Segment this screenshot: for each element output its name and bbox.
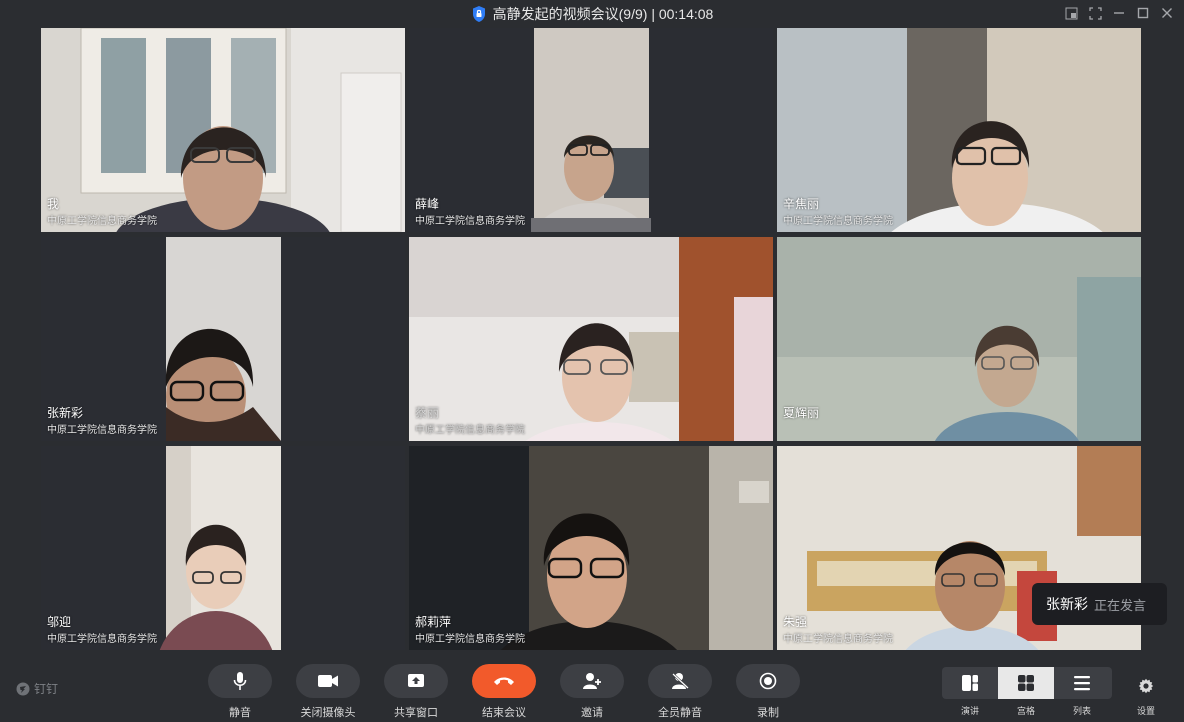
end-meeting-label: 结束会议 (482, 707, 526, 719)
share-screen-icon (384, 664, 448, 698)
participant-org: 中原工学院信息商务学院 (415, 425, 525, 436)
mute-button[interactable]: 静音 (208, 664, 272, 720)
add-user-icon (560, 664, 624, 698)
video-feed (41, 28, 405, 232)
participant-org: 中原工学院信息商务学院 (783, 634, 893, 645)
record-icon (736, 664, 800, 698)
record-button[interactable]: 录制 (736, 664, 800, 720)
mute-label: 静音 (229, 707, 251, 719)
mute-all-button[interactable]: 全员静音 (648, 664, 712, 720)
video-grid: 我 中原工学院信息商务学院 薛峰 中原工学院信息商务学院 辛焦丽 中原工学院信息… (41, 28, 1141, 650)
brand-label: 钉钉 (34, 682, 59, 696)
video-tile[interactable]: 辛焦丽 中原工学院信息商务学院 (777, 28, 1141, 232)
mute-all-icon (648, 664, 712, 698)
participant-name: 我 (47, 197, 60, 211)
speaker-status: 正在发言 (1094, 597, 1147, 613)
settings-button[interactable] (1135, 675, 1157, 697)
maximize-icon[interactable] (1134, 4, 1152, 22)
shield-icon (472, 6, 485, 22)
video-feed (409, 237, 773, 441)
camera-off-button[interactable]: 关闭摄像头 (296, 664, 360, 720)
camera-icon (296, 664, 360, 698)
end-meeting-button[interactable]: 结束会议 (472, 664, 536, 720)
hangup-icon (472, 664, 536, 698)
speaker-name: 张新彩 (1046, 596, 1088, 612)
video-feed (409, 28, 773, 232)
settings-label: 设置 (1136, 706, 1155, 716)
participant-org: 中原工学院信息商务学院 (47, 216, 157, 227)
participant-org: 中原工学院信息商务学院 (783, 216, 893, 227)
record-label: 录制 (757, 707, 779, 719)
speaker-indicator: 张新彩 正在发言 (1032, 583, 1167, 625)
layout-switcher (942, 667, 1112, 699)
participant-org: 中原工学院信息商务学院 (415, 634, 525, 645)
lecture-layout-icon (962, 675, 978, 691)
layout-lecture-button[interactable] (942, 667, 998, 699)
video-feed (777, 28, 1141, 232)
participant-name: 郝莉萍 (415, 615, 452, 629)
participant-name: 夏辉丽 (783, 406, 820, 420)
participant-name: 朱强 (783, 615, 808, 629)
grid-layout-icon (1018, 675, 1034, 691)
pip-icon[interactable] (1062, 4, 1080, 22)
microphone-icon (208, 664, 272, 698)
layout-list-label: 列表 (1072, 706, 1091, 716)
participant-name: 邬迎 (47, 615, 72, 629)
participant-org: 中原工学院信息商务学院 (47, 634, 157, 645)
participant-name: 张新彩 (47, 406, 84, 420)
video-feed (41, 237, 405, 441)
video-tile[interactable]: 我 中原工学院信息商务学院 (41, 28, 405, 232)
video-tile[interactable]: 郝莉萍 中原工学院信息商务学院 (409, 446, 773, 650)
fullscreen-icon[interactable] (1086, 4, 1104, 22)
layout-grid-button[interactable] (998, 667, 1054, 699)
title-bar: 高静发起的视频会议(9/9) | 00:14:08 (0, 0, 1184, 28)
layout-grid-label: 宫格 (1016, 706, 1035, 716)
invite-label: 邀请 (581, 707, 603, 719)
layout-list-button[interactable] (1054, 667, 1110, 699)
video-tile[interactable]: 邬迎 中原工学院信息商务学院 (41, 446, 405, 650)
participant-name: 辛焦丽 (783, 197, 820, 211)
layout-lecture-label: 演讲 (960, 706, 979, 716)
share-window-button[interactable]: 共享窗口 (384, 664, 448, 720)
mute-all-label: 全员静音 (658, 707, 702, 719)
participant-name: 蔡丽 (415, 406, 440, 420)
video-tile-active-speaker[interactable]: 张新彩 中原工学院信息商务学院 (41, 237, 405, 441)
camera-off-label: 关闭摄像头 (300, 707, 356, 719)
minimize-icon[interactable] (1110, 4, 1128, 22)
participant-org: 中原工学院信息商务学院 (47, 425, 157, 436)
participant-name: 薛峰 (415, 197, 440, 211)
dingtalk-icon (16, 682, 30, 695)
invite-button[interactable]: 邀请 (560, 664, 624, 720)
share-window-label: 共享窗口 (394, 707, 438, 719)
list-layout-icon (1074, 676, 1090, 691)
video-tile[interactable]: 蔡丽 中原工学院信息商务学院 (409, 237, 773, 441)
gear-icon (1138, 678, 1154, 694)
close-icon[interactable] (1158, 4, 1176, 22)
video-tile[interactable]: 薛峰 中原工学院信息商务学院 (409, 28, 773, 232)
window-title: 高静发起的视频会议(9/9) | 00:14:08 (492, 6, 714, 22)
video-feed (777, 237, 1141, 441)
video-tile[interactable]: 夏辉丽 (777, 237, 1141, 441)
participant-org: 中原工学院信息商务学院 (415, 216, 525, 227)
brand-logo: 钉钉 (16, 680, 58, 697)
video-feed (409, 446, 773, 650)
video-feed (41, 446, 405, 650)
